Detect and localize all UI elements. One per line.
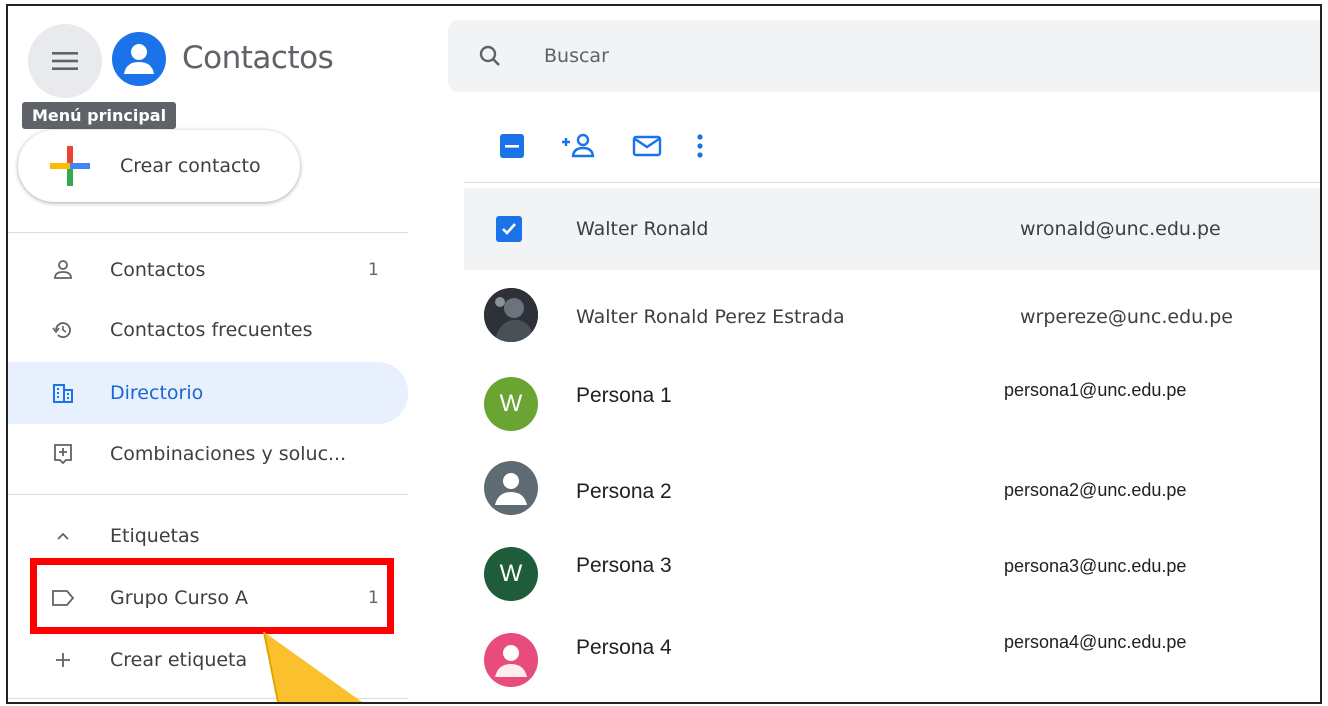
history-icon xyxy=(48,319,78,341)
checked-checkbox-icon[interactable] xyxy=(496,216,522,242)
plus-multicolor-icon xyxy=(50,146,90,186)
contact-email: persona1@unc.edu.pe xyxy=(1004,380,1187,400)
sidebar-item-combinaciones[interactable]: Combinaciones y soluc... xyxy=(8,424,408,484)
highlight-box xyxy=(30,558,394,634)
contact-row[interactable]: Persona 2 persona2@unc.edu.pe xyxy=(464,448,1320,530)
deselect-checkbox-icon[interactable] xyxy=(498,132,526,160)
sidebar-item-label: Contactos xyxy=(110,259,206,281)
domain-icon xyxy=(48,382,78,404)
search-input[interactable]: Buscar xyxy=(544,45,609,67)
contact-row[interactable]: Walter Ronald wronald@unc.edu.pe xyxy=(464,188,1320,270)
avatar-letter: W xyxy=(499,560,523,587)
create-contact-button[interactable]: Crear contacto xyxy=(18,130,300,202)
selection-toolbar xyxy=(498,124,738,168)
avatar: W xyxy=(484,547,538,601)
chevron-up-icon xyxy=(48,530,78,542)
avatar-letter: W xyxy=(499,390,523,417)
contact-email: wrpereze@unc.edu.pe xyxy=(1020,306,1233,328)
contact-name: Persona 2 xyxy=(576,480,672,503)
app-title: Contactos xyxy=(182,40,334,76)
sidebar-item-contactos-frecuentes[interactable]: Contactos frecuentes xyxy=(8,300,408,360)
hamburger-icon xyxy=(52,52,78,70)
contact-name: Persona 1 xyxy=(576,384,672,407)
sidebar-item-count: 1 xyxy=(368,260,379,280)
email-icon[interactable] xyxy=(632,134,662,158)
sidebar-item-label: Directorio xyxy=(110,382,204,404)
contacts-logo-icon xyxy=(112,32,166,86)
avatar-default-icon xyxy=(484,461,538,515)
contact-name: Walter Ronald Perez Estrada xyxy=(576,306,845,328)
labels-section-header[interactable]: Etiquetas xyxy=(8,506,408,566)
sidebar-item-directorio[interactable]: Directorio xyxy=(8,362,408,424)
search-icon xyxy=(478,44,502,68)
plus-icon xyxy=(48,651,78,669)
contact-row[interactable]: Persona 4 persona4@unc.edu.pe xyxy=(464,608,1320,690)
labels-section-title: Etiquetas xyxy=(110,525,200,547)
contact-name: Persona 3 xyxy=(576,554,672,577)
add-to-label-icon[interactable] xyxy=(560,132,598,160)
list-divider xyxy=(464,182,1320,183)
contact-email: persona4@unc.edu.pe xyxy=(1004,632,1187,652)
contacts-window: Contactos Menú principal Crear contacto … xyxy=(6,4,1322,704)
search-bar[interactable]: Buscar xyxy=(448,20,1320,92)
sidebar-divider xyxy=(8,232,408,233)
contact-email: wronald@unc.edu.pe xyxy=(1020,218,1221,240)
contact-row[interactable]: W Persona 1 persona1@unc.edu.pe xyxy=(464,358,1320,440)
callout-arrow-icon xyxy=(263,631,362,702)
avatar-default-icon xyxy=(484,633,538,687)
person-outline-icon xyxy=(48,259,78,281)
sidebar-divider xyxy=(8,494,408,495)
menu-tooltip: Menú principal xyxy=(22,102,177,129)
sidebar-item-contactos[interactable]: Contactos 1 xyxy=(8,240,408,300)
main-menu-button[interactable] xyxy=(28,24,102,98)
contact-row[interactable]: Walter Ronald Perez Estrada wrpereze@unc… xyxy=(464,274,1320,356)
contact-row[interactable]: W Persona 3 persona3@unc.edu.pe xyxy=(464,528,1320,610)
contact-name: Persona 4 xyxy=(576,636,672,659)
sidebar-item-label: Contactos frecuentes xyxy=(110,319,313,341)
sidebar-item-label: Combinaciones y soluc... xyxy=(110,443,347,465)
contact-email: persona2@unc.edu.pe xyxy=(1004,480,1187,500)
avatar xyxy=(484,288,538,342)
create-contact-label: Crear contacto xyxy=(120,155,261,177)
more-vert-icon[interactable] xyxy=(696,133,704,159)
avatar: W xyxy=(484,377,538,431)
merge-icon xyxy=(48,443,78,465)
contact-email: persona3@unc.edu.pe xyxy=(1004,556,1187,576)
contact-name: Walter Ronald xyxy=(576,218,709,240)
